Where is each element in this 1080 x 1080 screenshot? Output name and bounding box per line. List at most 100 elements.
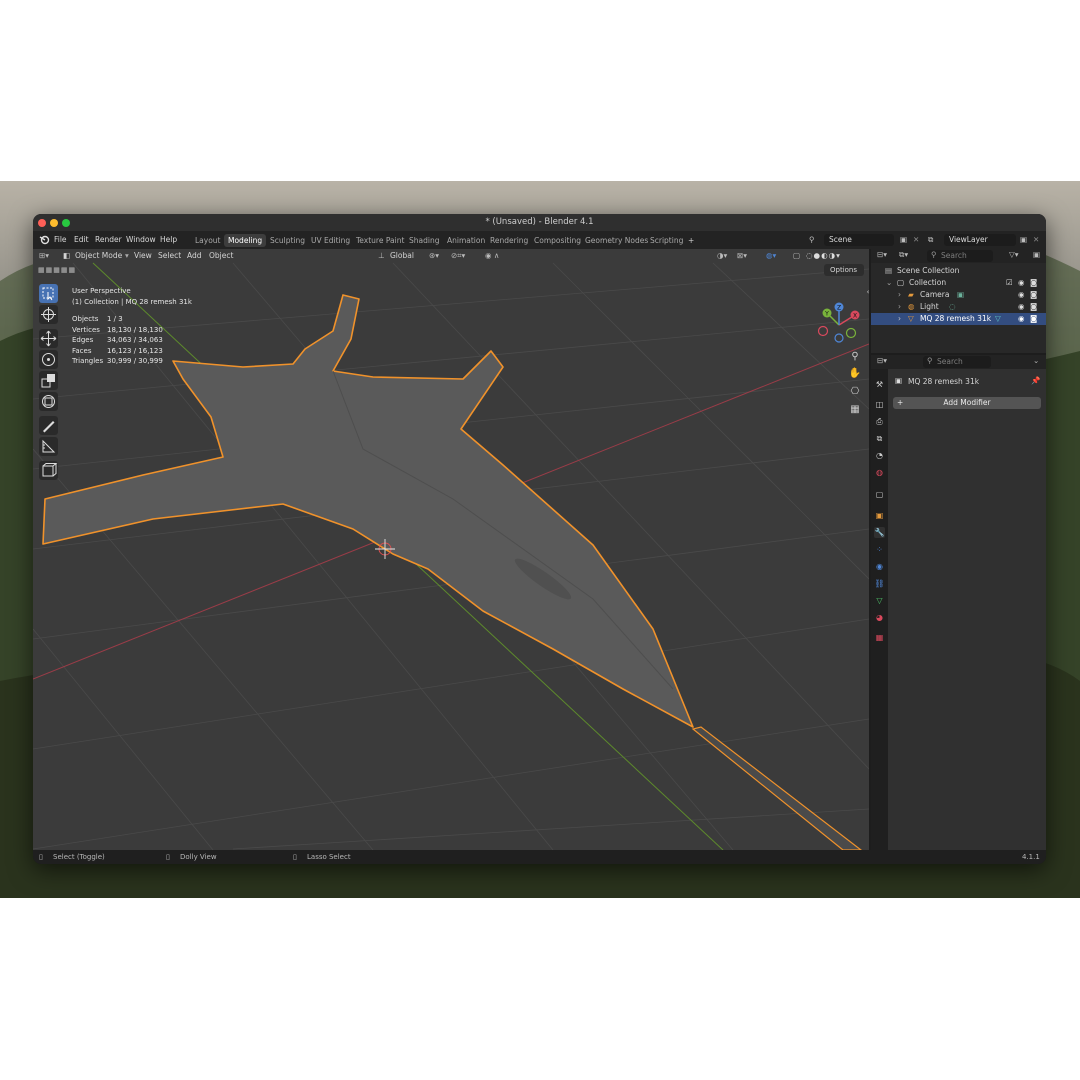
sidebar-toggle-icon[interactable]: ‹ (861, 285, 869, 299)
texture-tab-icon[interactable]: ▦ (874, 632, 885, 643)
camera-render-icon[interactable]: ◙ (1030, 289, 1037, 301)
particles-tab-icon[interactable]: ⁘ (874, 544, 885, 555)
menu-help[interactable]: Help (160, 231, 177, 249)
menu-edit[interactable]: Edit (74, 231, 89, 249)
scene-selector[interactable]: Scene (824, 234, 894, 246)
exclude-checkbox[interactable]: ☑ (1006, 277, 1013, 289)
camera-render-icon[interactable]: ◙ (1030, 313, 1037, 325)
pin-icon[interactable]: 📌 (1031, 376, 1040, 385)
constraints-tab-icon[interactable]: ⛓ (874, 578, 885, 589)
new-view-layer-icon[interactable]: ▣ (1020, 231, 1027, 249)
minimize-window-button[interactable] (50, 218, 58, 227)
outliner-search-input[interactable]: Search (927, 250, 993, 262)
eye-icon[interactable]: ◉ (1018, 313, 1025, 325)
modifier-tab-icon[interactable]: 🔧 (874, 527, 885, 538)
menu-object[interactable]: Object (209, 249, 233, 263)
camera-render-icon[interactable]: ◙ (1030, 301, 1037, 313)
outliner-row-scene-collection[interactable]: ▤ Scene Collection (871, 265, 1046, 277)
transform-tool[interactable] (39, 392, 58, 411)
render-tab-icon[interactable]: ◫ (874, 399, 885, 410)
close-window-button[interactable] (38, 218, 46, 227)
new-scene-icon[interactable]: ▣ (900, 231, 907, 249)
cursor-tool[interactable] (39, 305, 58, 324)
tab-uv-editing[interactable]: UV Editing (307, 234, 354, 247)
navigation-gizmo[interactable]: X Y Z (815, 301, 865, 345)
world-tab-icon[interactable]: ◍ (874, 467, 885, 478)
rotate-tool[interactable] (39, 350, 58, 369)
outliner-row-mesh[interactable]: › ▽ MQ 28 remesh 31k ▽ ◉ ◙ (871, 313, 1046, 325)
tab-modeling[interactable]: Modeling (224, 234, 267, 247)
view-layer-icon[interactable]: ⧉ (928, 231, 933, 249)
expand-chevron-icon[interactable]: › (898, 289, 901, 301)
tab-rendering[interactable]: Rendering (486, 234, 532, 247)
menu-window[interactable]: Window (126, 231, 156, 249)
add-modifier-button[interactable]: + Add Modifier (893, 397, 1041, 409)
tab-geometry-nodes[interactable]: Geometry Nodes (581, 234, 652, 247)
pivot-point-icon[interactable]: ⊛▾ (429, 249, 439, 263)
tail-boom[interactable] (691, 726, 862, 850)
scale-tool[interactable] (39, 371, 58, 390)
blender-logo-icon[interactable] (39, 231, 50, 249)
ortho-grid-icon[interactable]: ▦ (848, 403, 862, 417)
tab-shading[interactable]: Shading (405, 234, 443, 247)
menu-render[interactable]: Render (95, 231, 122, 249)
view-layer-tab-icon[interactable]: ⧉ (874, 433, 885, 444)
outliner-row-collection[interactable]: ⌄ ▢ Collection ☑ ◉ ◙ (871, 277, 1046, 289)
chevron-down-icon[interactable]: ⌄ (1033, 356, 1039, 365)
zoom-window-button[interactable] (62, 218, 70, 227)
eye-icon[interactable]: ◉ (1018, 301, 1025, 313)
outliner-row-camera[interactable]: › ▰ Camera ▣ ◉ ◙ (871, 289, 1046, 301)
transform-orientation-dropdown[interactable]: Global (390, 249, 414, 263)
visibility-icon[interactable]: ◑▾ (717, 249, 727, 263)
scene-icon[interactable]: ⚲ (809, 231, 815, 249)
tab-texture-paint[interactable]: Texture Paint (352, 234, 408, 247)
properties-search-input[interactable]: Search (923, 356, 991, 368)
move-tool[interactable] (39, 329, 58, 348)
camera-render-icon[interactable]: ◙ (1030, 277, 1037, 289)
zoom-icon[interactable]: ⚲ (848, 350, 862, 364)
tab-sculpting[interactable]: Sculpting (266, 234, 309, 247)
tab-compositing[interactable]: Compositing (530, 234, 585, 247)
output-tab-icon[interactable]: ⎙ (874, 416, 885, 427)
new-collection-icon[interactable]: ▣ (1033, 250, 1040, 259)
view-layer-selector[interactable]: ViewLayer (944, 234, 1016, 246)
xray-toggle-icon[interactable]: ▢ (793, 249, 800, 263)
menu-view[interactable]: View (134, 249, 152, 263)
pan-hand-icon[interactable]: ✋ (848, 367, 862, 381)
expand-chevron-icon[interactable]: › (898, 313, 901, 325)
add-cube-tool[interactable] (39, 461, 58, 480)
tab-layout[interactable]: Layout (191, 234, 225, 247)
menu-select[interactable]: Select (158, 249, 181, 263)
proportional-edit-icon[interactable]: ◉ ∧ (485, 249, 499, 263)
display-mode-icon[interactable]: ⧉▾ (899, 250, 908, 260)
expand-chevron-icon[interactable]: › (898, 301, 901, 313)
data-tab-icon[interactable]: ▽ (874, 595, 885, 606)
editor-type-icon[interactable]: ⊞▾ (39, 249, 49, 263)
outliner-row-light[interactable]: › ◍ Light ◌ ◉ ◙ (871, 301, 1046, 313)
options-dropdown[interactable]: Options (824, 264, 864, 276)
selection-mode-icons[interactable]: ▦▦▦▦▦ (38, 266, 76, 274)
physics-tab-icon[interactable]: ◉ (874, 561, 885, 572)
object-tab-icon[interactable]: ▣ (874, 510, 885, 521)
properties-editor-icon[interactable]: ⊟▾ (877, 356, 887, 365)
object-mode-dropdown[interactable]: Object Mode (75, 249, 122, 263)
material-tab-icon[interactable]: ◕ (874, 612, 885, 623)
collapse-chevron-icon[interactable]: ⌄ (886, 277, 892, 289)
menu-add[interactable]: Add (187, 249, 202, 263)
3d-viewport[interactable]: ⊞▾ ◧ Object Mode ▾ View Select Add Objec… (33, 249, 869, 850)
menu-file[interactable]: File (54, 231, 67, 249)
filter-icon[interactable]: ▽▾ (1009, 250, 1019, 259)
outliner-editor-icon[interactable]: ⊟▾ (877, 250, 887, 259)
delete-scene-icon[interactable]: ✕ (913, 231, 919, 249)
eye-icon[interactable]: ◉ (1018, 277, 1025, 289)
delete-view-layer-icon[interactable]: ✕ (1033, 231, 1039, 249)
measure-tool[interactable] (39, 437, 58, 456)
select-box-tool[interactable] (39, 284, 58, 303)
tab-scripting[interactable]: Scripting (646, 234, 687, 247)
camera-view-icon[interactable]: ⎔ (848, 385, 862, 399)
gizmo-toggle-icon[interactable]: ⊠▾ (737, 249, 747, 263)
snap-icon[interactable]: ⊘⌗▾ (451, 249, 465, 263)
overlay-toggle-icon[interactable]: ◍▾ (766, 249, 776, 263)
tool-tab-icon[interactable]: ⚒ (874, 379, 885, 390)
tab-animation[interactable]: Animation (443, 234, 489, 247)
